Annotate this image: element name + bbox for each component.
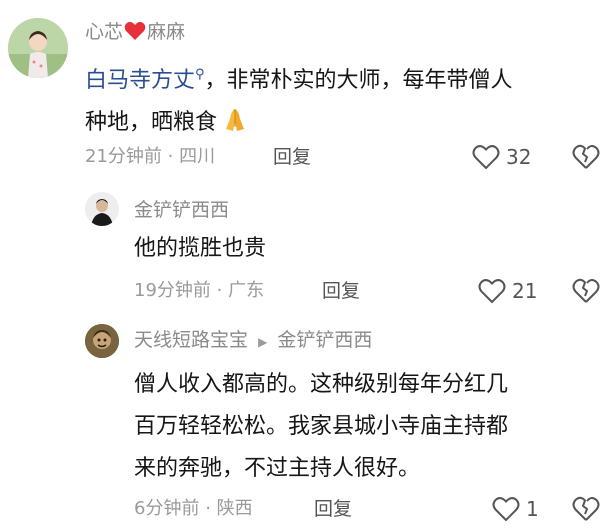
reply-button[interactable]: 回复 [314, 498, 352, 520]
comment-location: 陕西 [216, 498, 253, 519]
reply-to-name[interactable]: 金铲铲西西 [277, 329, 372, 351]
comment-username[interactable]: 金铲铲西西 [134, 198, 229, 222]
like-button[interactable]: 1 [492, 496, 539, 522]
like-button[interactable]: 32 [472, 144, 531, 170]
broken-heart-icon [572, 144, 600, 169]
comment-time: 21分钟前 [85, 146, 162, 167]
separator: · [216, 280, 223, 301]
comment-2: 金铲铲西西 他的揽胜也贵 19分钟前 · 广东 回复 21 [0, 180, 602, 320]
dislike-button[interactable] [572, 496, 600, 526]
avatar[interactable] [85, 324, 119, 358]
folded-hands-emoji-icon [221, 105, 249, 148]
reply-button[interactable]: 回复 [273, 146, 311, 168]
comment-meta: 21分钟前 · 四川 [85, 146, 215, 168]
heart-outline-icon [472, 145, 500, 170]
comment-text: 僧人收入都高的。这种级别每年分红几 百万轻轻松松。我家县城小寺庙主持都 来的奔驰… [134, 364, 594, 490]
red-heart-emoji-icon [124, 21, 146, 47]
comment-username[interactable]: 心芯 麻麻 [85, 20, 185, 47]
comment-text-line-1: 白马寺方丈⚲，非常朴实的大师，每年带僧人 [85, 54, 595, 102]
mention-link[interactable]: 白马寺方丈 [85, 68, 195, 93]
username-part-b: 麻麻 [147, 21, 186, 43]
broken-heart-icon [572, 278, 600, 303]
comment-meta: 6分钟前 · 陕西 [134, 498, 253, 520]
comment-3: 天线短路宝宝 ▶ 金铲铲西西 僧人收入都高的。这种级别每年分红几 百万轻轻松松。… [0, 320, 602, 530]
comment-meta: 19分钟前 · 广东 [134, 280, 264, 302]
like-button[interactable]: 21 [478, 278, 537, 304]
comment-text-line-1: 僧人收入都高的。这种级别每年分红几 [134, 372, 509, 397]
reply-button[interactable]: 回复 [322, 280, 360, 302]
comment-1: 心芯 麻麻 白马寺方丈⚲，非常朴实的大师，每年带僧人 种地，晒粮食 21分钟前 ·… [0, 0, 602, 180]
commenter-name[interactable]: 天线短路宝宝 [134, 329, 248, 351]
separator: · [205, 498, 211, 519]
heart-outline-icon [478, 279, 506, 304]
comment-text: 他的揽胜也贵 [134, 236, 267, 261]
comment-text-line-3: 来的奔驰，不过主持人很好。 [134, 456, 421, 481]
comment-text-line-2: 百万轻轻松松。我家县城小寺庙主持都 [134, 414, 509, 439]
like-count: 32 [506, 145, 532, 169]
avatar[interactable] [85, 192, 119, 226]
comment-text-rest: ，非常朴实的大师，每年带僧人 [204, 68, 513, 93]
avatar[interactable] [8, 18, 68, 78]
reply-arrow-icon: ▶ [258, 335, 268, 349]
like-count: 21 [512, 279, 538, 303]
search-icon: ⚲ [195, 67, 205, 82]
heart-outline-icon [492, 497, 520, 522]
comment-text-line-2: 种地，晒粮食 [85, 102, 595, 148]
dislike-button[interactable] [572, 144, 600, 174]
like-count: 1 [526, 497, 539, 521]
comment-time: 19分钟前 [134, 280, 211, 301]
comment-time: 6分钟前 [134, 498, 200, 519]
comment-text: 白马寺方丈⚲，非常朴实的大师，每年带僧人 种地，晒粮食 [85, 54, 595, 148]
comment-location: 四川 [179, 146, 216, 167]
username-part-a: 心芯 [85, 21, 124, 43]
dislike-button[interactable] [572, 278, 600, 308]
separator: · [167, 146, 174, 167]
broken-heart-icon [572, 496, 600, 521]
comment-username: 天线短路宝宝 ▶ 金铲铲西西 [134, 328, 372, 354]
comment-location: 广东 [228, 280, 265, 301]
